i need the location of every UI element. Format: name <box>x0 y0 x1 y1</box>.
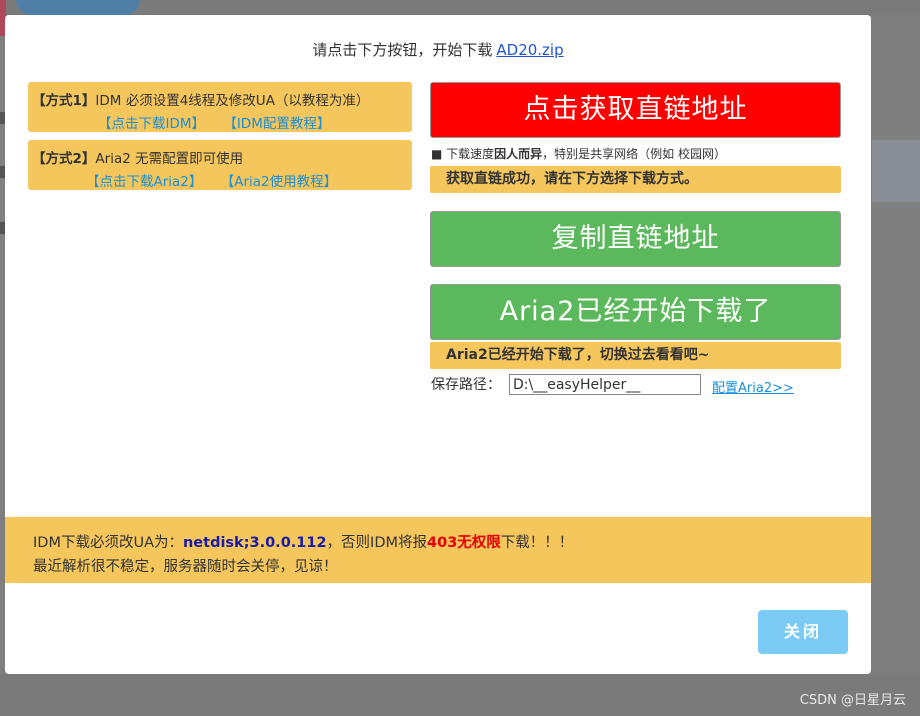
watermark: CSDN @日星月云 <box>799 693 906 708</box>
method-2-desc: Aria2 无需配置即可使用 <box>95 151 244 167</box>
save-path-label: 保存路径： <box>431 377 501 393</box>
file-link[interactable]: AD20.zip <box>496 41 563 59</box>
method-2-links: 【点击下载Aria2】 【Aria2使用教程】 <box>86 170 337 190</box>
configure-aria2-link[interactable]: 配置Aria2>> <box>712 377 794 396</box>
speed-note-suffix: ，特别是共享网络（例如 校园网） <box>542 147 726 161</box>
notice-line-2: 最近解析很不稳定，服务器随时会关停，见谅！ <box>33 559 338 575</box>
dialog-title: 请点击下方按钮，开始下载 AD20.zip <box>5 39 871 60</box>
download-aria2-link[interactable]: 【点击下载Aria2】 <box>86 174 202 190</box>
notice-suffix: 下载！！！ <box>500 535 574 551</box>
notice-prefix: IDM下载必须改UA为： <box>33 535 183 551</box>
aria2-tutorial-link[interactable]: 【Aria2使用教程】 <box>221 174 337 190</box>
method-2-box: 【方式2】Aria2 无需配置即可使用 【点击下载Aria2】 【Aria2使用… <box>28 140 412 190</box>
download-idm-link[interactable]: 【点击下载IDM】 <box>98 116 205 132</box>
copy-direct-link-button[interactable]: 复制直链地址 <box>430 211 841 267</box>
speed-note: ■ 下载速度因人而异，特别是共享网络（例如 校园网） <box>431 145 726 162</box>
notice-banner: IDM下载必须改UA为：netdisk;3.0.0.112，否则IDM将报403… <box>5 517 871 583</box>
notice-line-1: IDM下载必须改UA为：netdisk;3.0.0.112，否则IDM将报403… <box>33 531 573 552</box>
background-bottom <box>0 674 920 716</box>
method-1-box: 【方式1】IDM 必须设置4线程及修改UA（以教程为准） 【点击下载IDM】 【… <box>28 82 412 132</box>
method-1-links: 【点击下载IDM】 【IDM配置教程】 <box>98 112 330 132</box>
aria2-message: Aria2已经开始下载了，切换过去看看吧~ <box>446 347 710 363</box>
close-button[interactable]: 关闭 <box>758 610 848 654</box>
download-dialog: 请点击下方按钮，开始下载 AD20.zip 【方式1】IDM 必须设置4线程及修改… <box>5 15 871 674</box>
aria2-download-button[interactable]: Aria2已经开始下载了 <box>430 284 841 340</box>
method-1-desc: IDM 必须设置4线程及修改UA（以教程为准） <box>95 93 370 109</box>
method-1-tag: 【方式1】 <box>32 93 96 109</box>
method-2-tag: 【方式2】 <box>32 151 96 167</box>
get-direct-link-button[interactable]: 点击获取直链地址 <box>430 82 841 138</box>
dialog-title-text: 请点击下方按钮，开始下载 <box>312 41 493 59</box>
error-code: 403无权限 <box>427 535 501 551</box>
ua-value: netdisk;3.0.0.112 <box>182 535 327 551</box>
notice-mid: ，否则IDM将报 <box>326 535 428 551</box>
background-pill-button <box>16 0 140 16</box>
idm-tutorial-link[interactable]: 【IDM配置教程】 <box>223 116 330 132</box>
speed-note-bold: 因人而异 <box>494 147 543 161</box>
aria2-message-bar: Aria2已经开始下载了，切换过去看看吧~ <box>430 342 841 369</box>
method-2-header: 【方式2】Aria2 无需配置即可使用 <box>32 147 243 167</box>
method-1-header: 【方式1】IDM 必须设置4线程及修改UA（以教程为准） <box>32 89 369 109</box>
background-band <box>872 140 920 202</box>
save-path-input[interactable] <box>509 374 701 395</box>
success-message-bar: 获取直链成功，请在下方选择下载方式。 <box>430 166 841 193</box>
success-message: 获取直链成功，请在下方选择下载方式。 <box>446 171 698 187</box>
speed-note-prefix: ■ 下载速度 <box>431 147 495 161</box>
